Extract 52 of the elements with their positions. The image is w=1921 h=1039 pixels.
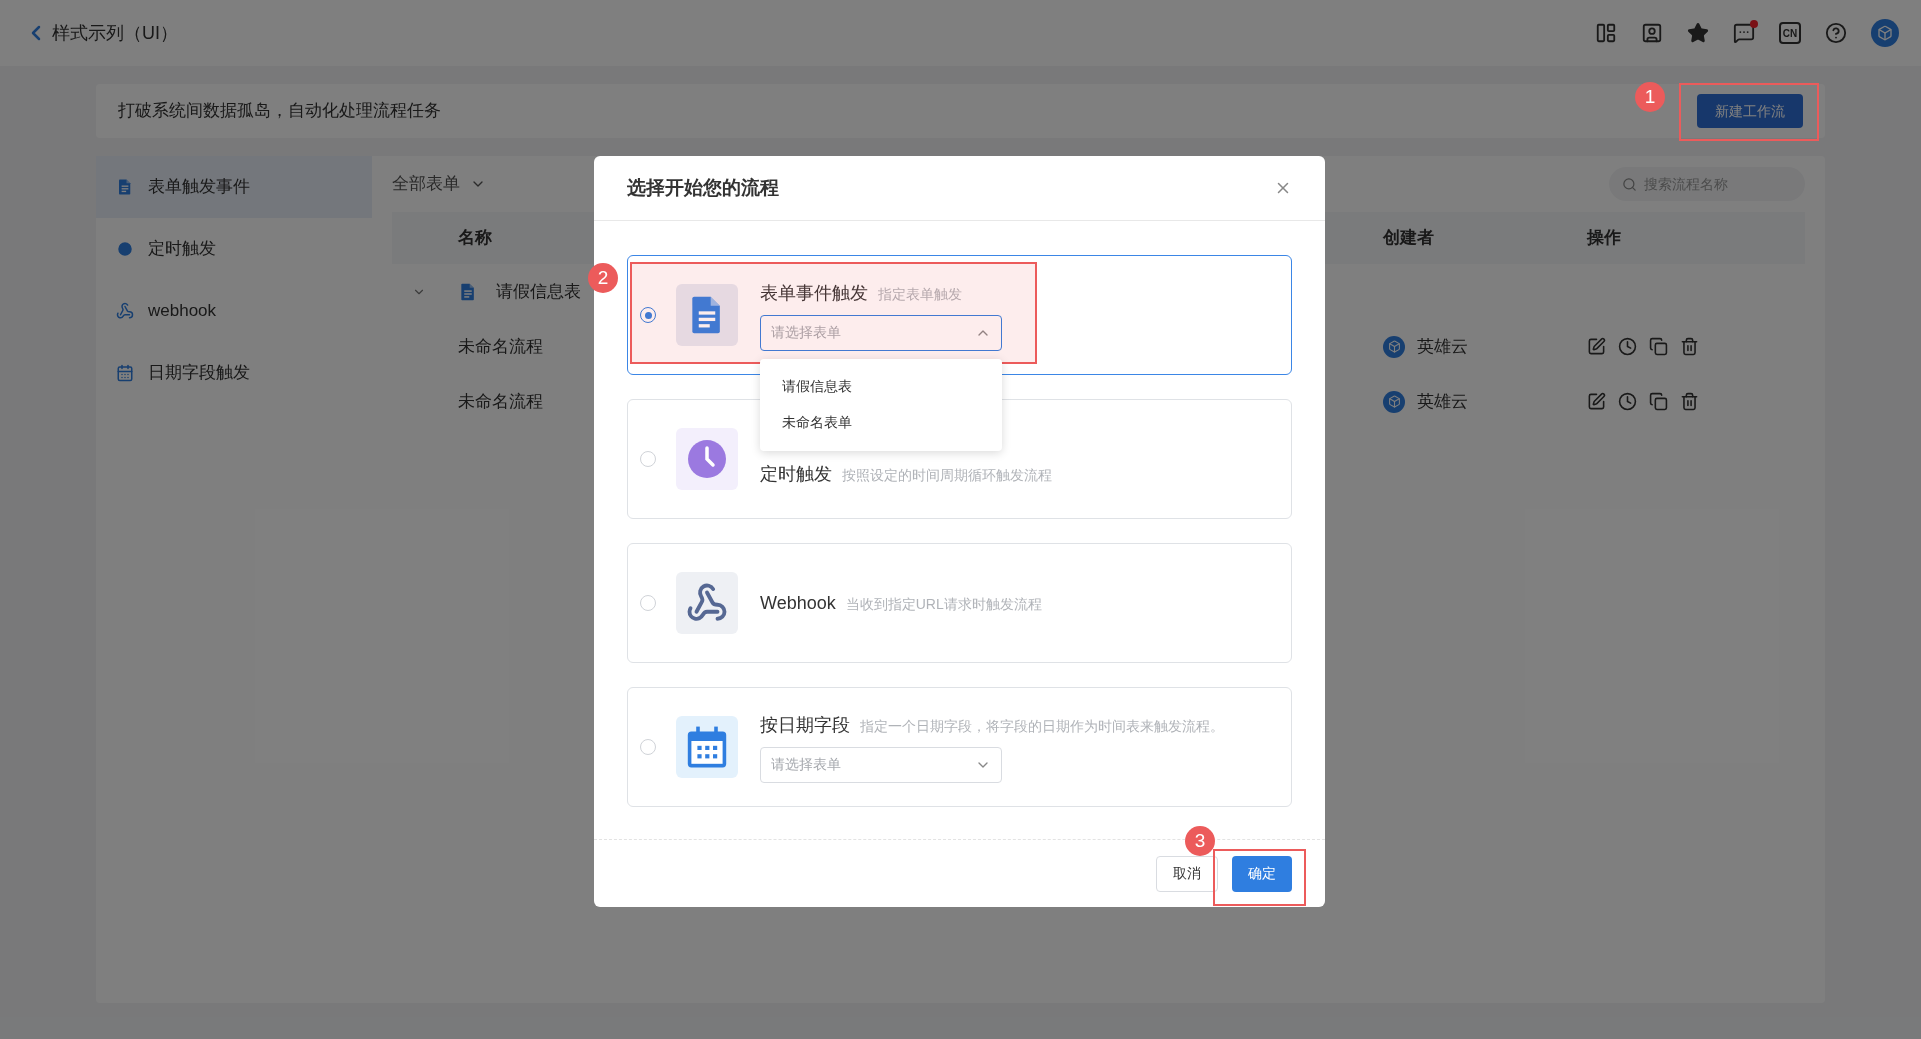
option-title: 表单事件触发	[760, 281, 868, 305]
language-button[interactable]: CN	[1779, 22, 1801, 44]
option-description: 按照设定的时间周期循环触发流程	[842, 465, 1052, 485]
banner-text: 打破系统间数据孤岛，自动化处理流程任务	[118, 100, 441, 123]
webhook-icon	[676, 572, 738, 634]
form-filter[interactable]: 全部表单	[392, 171, 486, 197]
webhook-icon	[116, 302, 134, 320]
avatar[interactable]	[1871, 19, 1899, 47]
column-header: 名称	[458, 227, 492, 250]
contact-icon[interactable]	[1641, 22, 1663, 44]
search-icon	[1622, 177, 1637, 192]
delete-icon[interactable]	[1680, 392, 1699, 411]
sidebar-item[interactable]: webhook	[96, 280, 372, 342]
star-icon[interactable]	[1687, 22, 1709, 44]
table-cell-text: 英雄云	[1417, 335, 1468, 358]
form-select[interactable]: 请选择表单	[760, 314, 1002, 351]
new-workflow-button[interactable]: 新建工作流	[1697, 94, 1803, 128]
dropdown-option[interactable]: 未命名表单	[760, 404, 1002, 441]
column-header: 创建者	[1383, 227, 1435, 250]
delete-icon[interactable]	[1680, 337, 1699, 356]
table-cell-text: 未命名流程	[458, 390, 543, 413]
option-title: 按日期字段	[760, 713, 850, 737]
help-icon[interactable]	[1825, 22, 1847, 44]
confirm-button[interactable]: 确定	[1232, 855, 1292, 892]
option-description: 指定一个日期字段，将字段的日期作为时间表来触发流程。	[860, 716, 1224, 736]
table-cell-text: 请假信息表	[496, 280, 581, 303]
trigger-option-card[interactable]: Webhook 当收到指定URL请求时触发流程	[627, 543, 1292, 663]
document-icon	[676, 284, 738, 346]
calendar-icon	[676, 716, 738, 778]
calendar-icon	[116, 364, 134, 382]
table-cell-text: 未命名流程	[458, 335, 543, 358]
layout-icon[interactable]	[1595, 22, 1617, 44]
sidebar-item[interactable]: 定时触发	[96, 218, 372, 280]
copy-icon[interactable]	[1649, 392, 1668, 411]
creator-avatar	[1383, 390, 1405, 413]
trigger-option-card[interactable]: 按日期字段 指定一个日期字段，将字段的日期作为时间表来触发流程。 请选择表单	[627, 687, 1292, 807]
creator-avatar	[1383, 335, 1405, 358]
sidebar-item[interactable]: 表单触发事件	[96, 156, 372, 218]
option-title: Webhook	[760, 591, 836, 615]
form-select[interactable]: 请选择表单	[760, 746, 1002, 783]
column-header: 操作	[1587, 227, 1622, 250]
option-title: 定时触发	[760, 462, 832, 486]
dialog-title: 选择开始您的流程	[627, 175, 779, 200]
edit-icon[interactable]	[1587, 392, 1606, 411]
option-description: 当收到指定URL请求时触发流程	[845, 594, 1042, 614]
edit-icon[interactable]	[1587, 337, 1606, 356]
table-cell-text: 英雄云	[1417, 390, 1468, 413]
message-icon[interactable]	[1733, 22, 1755, 44]
sidebar-item[interactable]: 日期字段触发	[96, 342, 372, 404]
copy-icon[interactable]	[1649, 337, 1668, 356]
page-title: 样式示列（UI）	[52, 21, 178, 45]
option-description: 指定表单触发	[878, 284, 962, 304]
